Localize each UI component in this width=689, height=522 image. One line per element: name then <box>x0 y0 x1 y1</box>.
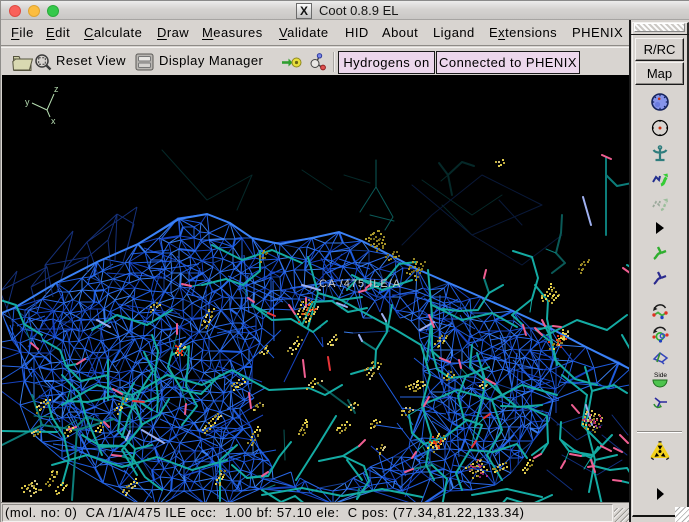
svg-text:y: y <box>25 97 30 107</box>
svg-text:x: x <box>51 116 56 126</box>
svg-text:Side: Side <box>654 372 667 379</box>
svg-text:CA /475 ILE/A: CA /475 ILE/A <box>319 278 401 290</box>
svg-text:z: z <box>54 84 59 94</box>
